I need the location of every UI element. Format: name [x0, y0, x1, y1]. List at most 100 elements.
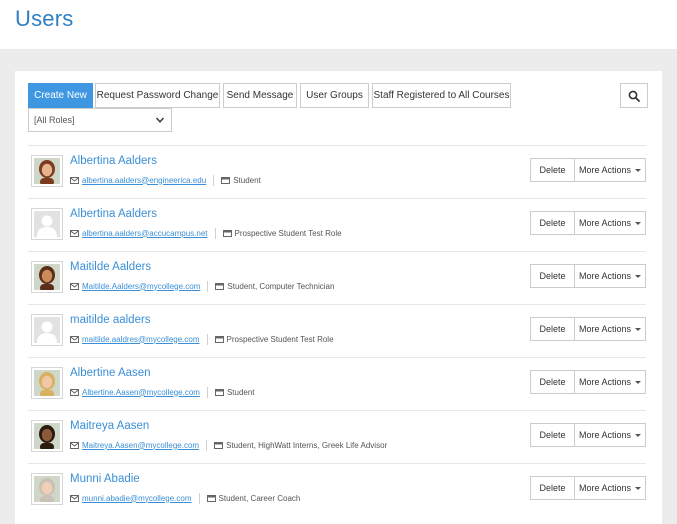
user-email-link[interactable]: munni.abadie@mycollege.com — [82, 494, 192, 503]
user-row: Albertina Aalders albertina.aalders@engi… — [28, 145, 646, 198]
user-roles: Student — [226, 387, 255, 397]
more-actions-button[interactable]: More Actions — [574, 158, 646, 182]
user-photo — [34, 158, 60, 184]
delete-button[interactable]: Delete — [530, 476, 575, 500]
delete-button[interactable]: Delete — [530, 264, 575, 288]
id-card-icon — [215, 282, 225, 290]
request-password-change-button[interactable]: Request Password Change — [95, 83, 220, 108]
meta-divider — [206, 386, 208, 398]
avatar[interactable] — [31, 314, 63, 346]
envelope-icon — [70, 494, 79, 502]
caret-down-icon — [635, 221, 642, 225]
user-email-link[interactable]: Maitilde.Aalders@mycollege.com — [82, 282, 200, 291]
search-icon — [628, 90, 640, 102]
user-meta: Maitreya.Aasen@mycollege.com Student, Hi… — [70, 439, 387, 451]
more-actions-label: More Actions — [578, 377, 632, 387]
envelope-icon — [70, 388, 79, 396]
staff-registered-button[interactable]: Staff Registered to All Courses — [372, 83, 511, 108]
user-roles: Prospective Student Test Role — [234, 228, 342, 238]
create-new-button[interactable]: Create New — [28, 83, 93, 108]
more-actions-label: More Actions — [578, 324, 632, 334]
avatar[interactable] — [31, 155, 63, 187]
more-actions-button[interactable]: More Actions — [574, 211, 646, 235]
row-actions: Delete More Actions — [530, 370, 646, 394]
row-actions: Delete More Actions — [530, 158, 646, 182]
meta-divider — [206, 333, 208, 345]
default-avatar-icon — [34, 317, 60, 343]
user-email-link[interactable]: Albertine.Aasen@mycollege.com — [82, 388, 200, 397]
user-name-link[interactable]: Albertina Aalders — [70, 208, 157, 220]
user-photo — [34, 476, 60, 502]
user-photo — [34, 264, 60, 290]
user-row: Albertine Aasen Albertine.Aasen@mycolleg… — [28, 357, 646, 410]
page-header: Users — [0, 0, 677, 49]
meta-divider — [213, 174, 215, 186]
more-actions-button[interactable]: More Actions — [574, 370, 646, 394]
user-meta: albertina.aalders@engineerica.edu Studen… — [70, 174, 261, 186]
delete-button[interactable]: Delete — [530, 317, 575, 341]
user-groups-button[interactable]: User Groups — [300, 83, 369, 108]
delete-button[interactable]: Delete — [530, 211, 575, 235]
id-card-icon — [221, 176, 231, 184]
more-actions-label: More Actions — [578, 218, 632, 228]
user-name-link[interactable]: maitilde aalders — [70, 314, 151, 326]
user-roles: Student, Computer Technician — [227, 281, 335, 291]
user-email-link[interactable]: maitilde.aaldres@mycollege.com — [82, 335, 200, 344]
more-actions-label: More Actions — [578, 165, 632, 175]
row-actions: Delete More Actions — [530, 476, 646, 500]
delete-button[interactable]: Delete — [530, 158, 575, 182]
caret-down-icon — [635, 380, 642, 384]
row-actions: Delete More Actions — [530, 264, 646, 288]
caret-down-icon — [635, 274, 642, 278]
user-roles: Prospective Student Test Role — [226, 334, 334, 344]
caret-down-icon — [635, 433, 642, 437]
user-meta: Maitilde.Aalders@mycollege.com Student, … — [70, 280, 334, 292]
avatar[interactable] — [31, 208, 63, 240]
avatar[interactable] — [31, 473, 63, 505]
user-roles: Student, HighWatt Interns, Greek Life Ad… — [226, 440, 388, 450]
user-name-link[interactable]: Maitreya Aasen — [70, 420, 149, 432]
avatar[interactable] — [31, 261, 63, 293]
user-meta: maitilde.aaldres@mycollege.com Prospecti… — [70, 333, 334, 345]
user-email-link[interactable]: albertina.aalders@engineerica.edu — [82, 176, 206, 185]
envelope-icon — [70, 176, 79, 184]
more-actions-button[interactable]: More Actions — [574, 423, 646, 447]
search-button[interactable] — [620, 83, 648, 108]
id-card-icon — [214, 388, 224, 396]
user-roles: Student — [233, 175, 261, 185]
user-roles: Student, Career Coach — [218, 493, 301, 503]
envelope-icon — [70, 441, 79, 449]
user-meta: munni.abadie@mycollege.com Student, Care… — [70, 492, 300, 504]
more-actions-label: More Actions — [578, 271, 632, 281]
caret-down-icon — [635, 486, 642, 490]
avatar[interactable] — [31, 420, 63, 452]
meta-divider — [207, 280, 209, 292]
caret-down-icon — [635, 327, 642, 331]
more-actions-button[interactable]: More Actions — [574, 264, 646, 288]
chevron-down-icon — [155, 117, 165, 123]
user-email-link[interactable]: albertina.aalders@accucampus.net — [82, 229, 208, 238]
envelope-icon — [70, 335, 79, 343]
envelope-icon — [70, 282, 79, 290]
user-name-link[interactable]: Albertine Aasen — [70, 367, 151, 379]
more-actions-button[interactable]: More Actions — [574, 317, 646, 341]
delete-button[interactable]: Delete — [530, 370, 575, 394]
user-name-link[interactable]: Maitilde Aalders — [70, 261, 151, 273]
avatar[interactable] — [31, 367, 63, 399]
page-title: Users — [15, 6, 74, 31]
more-actions-button[interactable]: More Actions — [574, 476, 646, 500]
more-actions-label: More Actions — [578, 430, 632, 440]
more-actions-label: More Actions — [578, 483, 632, 493]
user-row: Maitreya Aasen Maitreya.Aasen@mycollege.… — [28, 410, 646, 463]
user-photo — [34, 423, 60, 449]
user-row: Albertina Aalders albertina.aalders@accu… — [28, 198, 646, 251]
role-filter-select[interactable]: [All Roles] — [28, 108, 172, 132]
user-name-link[interactable]: Albertina Aalders — [70, 155, 157, 167]
user-row: Munni Abadie munni.abadie@mycollege.com … — [28, 463, 646, 516]
row-actions: Delete More Actions — [530, 317, 646, 341]
send-message-button[interactable]: Send Message — [223, 83, 297, 108]
users-panel: Create New Request Password Change Send … — [15, 71, 662, 524]
delete-button[interactable]: Delete — [530, 423, 575, 447]
user-name-link[interactable]: Munni Abadie — [70, 473, 140, 485]
user-email-link[interactable]: Maitreya.Aasen@mycollege.com — [82, 441, 199, 450]
